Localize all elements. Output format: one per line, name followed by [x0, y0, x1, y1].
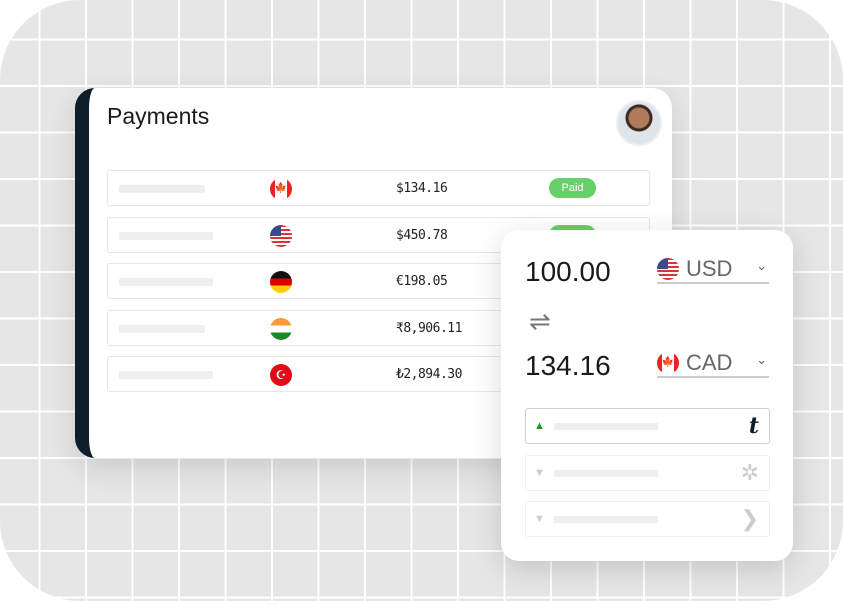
turkey-flag-icon: ☪ [270, 364, 292, 386]
triangle-down-icon: ▼ [534, 513, 545, 525]
placeholder-text [554, 470, 658, 477]
placeholder-text [119, 278, 213, 286]
table-row[interactable]: 🍁 $134.16 Paid [107, 170, 650, 206]
placeholder-text [119, 232, 213, 240]
provider-logo-icon: t [748, 413, 759, 439]
from-amount-input[interactable]: 100.00 [525, 256, 611, 288]
amount: $134.16 [396, 181, 448, 196]
chevron-down-icon: ⌄ [756, 352, 767, 367]
placeholder-text [554, 423, 658, 430]
provider-option[interactable]: ▼ ✲ [525, 455, 770, 491]
canada-flag-icon: 🍁 [270, 178, 292, 200]
currency-converter: 100.00 USD ⌄ ⇌ 134.16 🍁 CAD ⌄ ▲ t ▼ ✲ ▼ ❯ [501, 230, 793, 561]
canada-flag-icon: 🍁 [657, 352, 679, 374]
amount: ₹8,906.11 [396, 321, 462, 336]
provider-logo-icon: ❯ [740, 506, 759, 531]
provider-option[interactable]: ▼ ❯ [525, 501, 770, 537]
placeholder-text [119, 325, 205, 333]
swap-icon[interactable]: ⇌ [529, 306, 551, 337]
placeholder-text [119, 371, 213, 379]
avatar[interactable] [616, 100, 662, 146]
chevron-down-icon: ⌄ [756, 258, 767, 273]
triangle-up-icon: ▲ [534, 420, 545, 432]
provider-option[interactable]: ▲ t [525, 408, 770, 444]
amount: $450.78 [396, 228, 448, 243]
germany-flag-icon [270, 271, 292, 293]
placeholder-text [554, 516, 658, 523]
from-currency-select[interactable]: USD ⌄ [657, 256, 769, 284]
status-badge: Paid [549, 178, 596, 198]
india-flag-icon [270, 318, 292, 340]
placeholder-text [119, 185, 205, 193]
currency-code: USD [686, 256, 733, 281]
provider-logo-icon: ✲ [740, 460, 759, 485]
currency-code: CAD [686, 350, 733, 375]
to-amount-input[interactable]: 134.16 [525, 350, 611, 382]
page-title: Payments [107, 103, 210, 129]
amount: ₺2,894.30 [396, 367, 462, 382]
amount: €198.05 [396, 274, 448, 289]
triangle-down-icon: ▼ [534, 467, 545, 479]
to-currency-select[interactable]: 🍁 CAD ⌄ [657, 350, 769, 378]
usa-flag-icon [657, 258, 679, 280]
usa-flag-icon [270, 225, 292, 247]
